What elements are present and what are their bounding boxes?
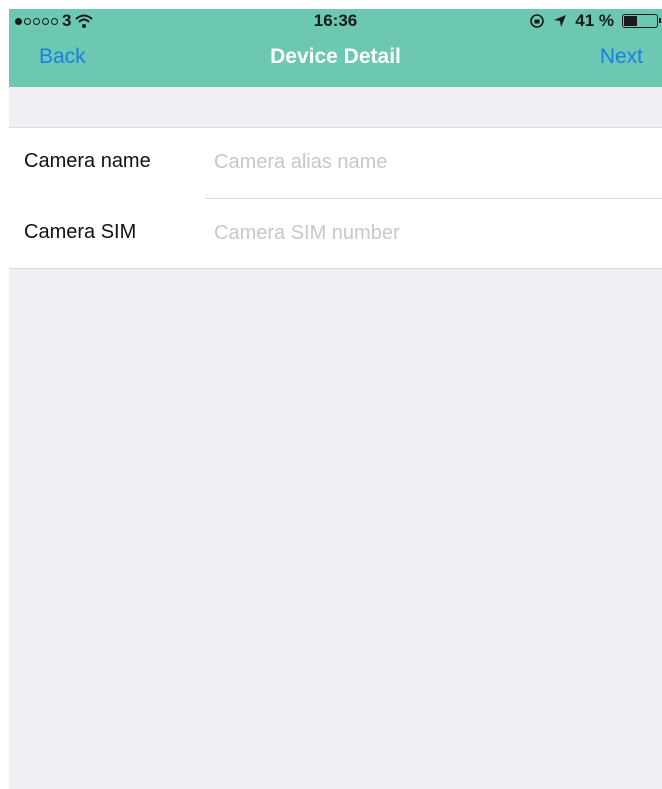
device-detail-screen: 3 16:36 41 % Back Device Detail Next Cam… (9, 9, 662, 789)
top-bar: 3 16:36 41 % Back Device Detail Next (9, 9, 662, 87)
page-title: Device Detail (270, 45, 401, 68)
location-arrow-icon (554, 15, 567, 27)
next-button[interactable]: Next (600, 45, 643, 69)
rotation-lock-icon (530, 14, 545, 28)
status-right: 41 % (529, 11, 662, 31)
camera-sim-label: Camera SIM (24, 221, 137, 243)
battery-icon (622, 14, 661, 28)
camera-name-input[interactable] (214, 146, 652, 178)
device-form: Camera name Camera SIM (9, 127, 662, 269)
camera-name-row: Camera name (9, 128, 662, 198)
camera-name-label: Camera name (24, 150, 151, 172)
status-bar: 3 16:36 41 % (9, 9, 662, 33)
battery-percent: 41 % (575, 11, 614, 30)
navigation-bar: Back Device Detail Next (9, 45, 662, 77)
camera-sim-input[interactable] (214, 217, 652, 249)
camera-sim-row: Camera SIM (9, 199, 662, 269)
